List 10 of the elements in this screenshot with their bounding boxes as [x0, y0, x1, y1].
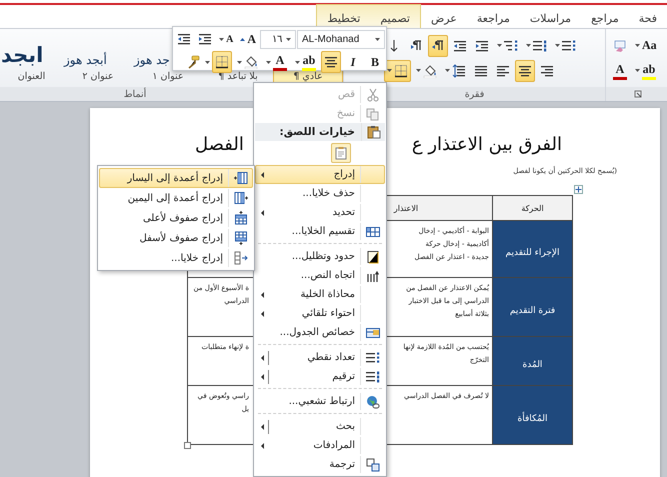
- table-cell: المُدة: [492, 336, 572, 386]
- column-header: الحركة: [492, 196, 572, 220]
- group-label: فقرة: [464, 88, 484, 100]
- document-title: الفصل: [195, 134, 244, 155]
- document-title: الفرق بين الاعتذار ع: [412, 134, 562, 155]
- table-cell: الإجراء للتقديم: [492, 220, 572, 278]
- menu-section-header: خيارات اللصق:: [255, 123, 385, 141]
- table-cell: المُكافأة: [492, 386, 572, 444]
- table-cell: فترة التقديم: [492, 278, 572, 336]
- group-label: أنماط: [124, 88, 146, 100]
